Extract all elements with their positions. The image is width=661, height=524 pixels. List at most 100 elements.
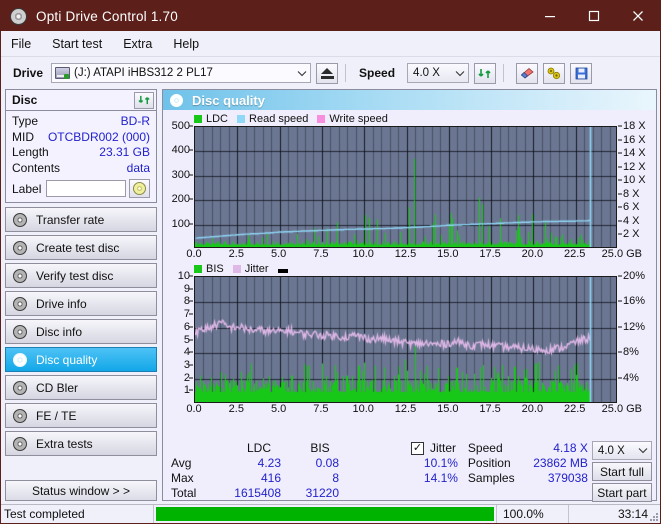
minimize-button[interactable] bbox=[528, 1, 572, 31]
sidebar-item-create-test-disc[interactable]: Create test disc bbox=[5, 235, 157, 260]
legend-label-read-speed: Read speed bbox=[249, 113, 309, 125]
stats-row-label-total: Total bbox=[171, 486, 197, 500]
y2-tick-label: 4% bbox=[623, 371, 639, 384]
close-button[interactable] bbox=[616, 1, 660, 31]
legend-item-read-speed: Read speed bbox=[237, 113, 308, 125]
bis-x-axis-labels: 0.0 2.5 5.0 7.5 10.0 12.5 15.0 17.5 20.0 22.5 25.0… bbox=[186, 403, 653, 417]
start-part-button[interactable]: Start part bbox=[591, 483, 652, 502]
menu-extra[interactable]: Extra bbox=[123, 37, 152, 51]
sidebar-item-extra-tests[interactable]: Extra tests bbox=[5, 431, 157, 456]
y2-tick-mark bbox=[618, 193, 622, 195]
stats-row-label-avg: Avg bbox=[171, 456, 192, 470]
status-bar: Test completed 100.0% 33:14 bbox=[1, 504, 660, 523]
legend-swatch-bis bbox=[194, 265, 202, 273]
stats-corner bbox=[171, 441, 227, 455]
legend-item-write-speed: Write speed bbox=[317, 113, 388, 125]
stats-total-spacer bbox=[349, 486, 411, 500]
stats-avg-spacer bbox=[349, 456, 411, 470]
menu-file[interactable]: File bbox=[11, 37, 31, 51]
x-tick-label: 15.0 bbox=[437, 248, 459, 260]
disc-icon bbox=[13, 212, 27, 227]
disc-info-rows: Type BD-R MID OTCBDR002 (000) Length 23.… bbox=[6, 111, 156, 202]
erase-button[interactable] bbox=[516, 62, 539, 84]
x-tick-label: 22.5 bbox=[563, 403, 586, 415]
sidebar: Disc Type BD-R MID OTCBDR002 (000) Lengt… bbox=[5, 89, 157, 504]
y-tick-mark bbox=[189, 288, 193, 290]
tools-button[interactable] bbox=[543, 62, 566, 84]
menu-start-test[interactable]: Start test bbox=[52, 37, 102, 51]
y2-tick-label: 8% bbox=[623, 346, 639, 359]
maximize-button[interactable] bbox=[572, 1, 616, 31]
x-tick-label: 17.5 bbox=[479, 248, 501, 260]
progress-bar-fill bbox=[156, 507, 494, 521]
sidebar-item-cd-bler[interactable]: CD Bler bbox=[5, 375, 157, 400]
save-button[interactable] bbox=[570, 62, 593, 84]
x-tick-label: 25.0 GB bbox=[601, 403, 643, 415]
ldc-plot-canvas bbox=[195, 127, 616, 247]
disc-row-contents: Contents data bbox=[12, 161, 150, 177]
sidebar-item-disc-info[interactable]: Disc info bbox=[5, 319, 157, 344]
speed-key: Speed bbox=[467, 441, 503, 455]
status-window-button[interactable]: Status window > > bbox=[5, 480, 157, 501]
y2-tick-label: 6 X bbox=[623, 201, 640, 214]
eject-button[interactable] bbox=[316, 62, 339, 84]
resize-grip[interactable] bbox=[648, 511, 658, 521]
panel-header: Disc quality bbox=[163, 90, 656, 110]
y-tick-mark bbox=[189, 300, 193, 302]
legend-label-jitter: Jitter bbox=[244, 263, 269, 275]
drive-icon bbox=[55, 67, 71, 79]
bis-plot-area bbox=[194, 276, 617, 403]
stats-row-label-max: Max bbox=[171, 471, 194, 485]
sidebar-item-label: Disc quality bbox=[36, 352, 98, 367]
y2-tick-mark bbox=[618, 233, 622, 235]
speed-label: Speed bbox=[359, 66, 396, 80]
stats-max-spacer bbox=[349, 471, 411, 485]
sidebar-item-drive-info[interactable]: Drive info bbox=[5, 291, 157, 316]
jitter-checkbox-row[interactable]: ✓ Jitter bbox=[411, 441, 464, 455]
y2-tick-label: 8 X bbox=[623, 187, 640, 200]
black-marker-icon bbox=[277, 269, 288, 273]
chevron-down-icon bbox=[635, 447, 651, 454]
page-title: Disc quality bbox=[192, 92, 265, 108]
start-full-button[interactable]: Start full bbox=[591, 462, 652, 481]
ldc-y2-axis-labels: 2 X4 X6 X8 X 10 X 12 X 14 X 16 X 18 X bbox=[618, 120, 653, 248]
disc-icon bbox=[13, 240, 27, 255]
legend-label-bis: BIS bbox=[206, 263, 224, 275]
drive-label: Drive bbox=[13, 66, 44, 80]
stats-total-bis: 31220 bbox=[305, 486, 339, 500]
disc-label-label: Label bbox=[12, 181, 42, 196]
y-tick-mark bbox=[189, 223, 193, 225]
disc-label-button[interactable] bbox=[129, 179, 150, 198]
y-tick-label: 300 bbox=[171, 168, 190, 181]
sidebar-item-transfer-rate[interactable]: Transfer rate bbox=[5, 207, 157, 232]
cd-icon bbox=[133, 182, 146, 195]
drive-select[interactable]: (J:) ATAPI iHBS312 2 PL17 bbox=[51, 63, 312, 83]
x-tick-label: 12.5 bbox=[394, 403, 417, 415]
menu-help[interactable]: Help bbox=[173, 37, 199, 51]
speed-select[interactable]: 4.0 X bbox=[407, 63, 470, 83]
refresh-icon bbox=[137, 95, 150, 105]
sidebar-item-verify-test-disc[interactable]: Verify test disc bbox=[5, 263, 157, 288]
disc-label-input[interactable] bbox=[46, 180, 126, 197]
y-tick-mark bbox=[189, 326, 193, 328]
x-tick-label: 5.0 bbox=[270, 403, 287, 415]
jitter-checkbox[interactable]: ✓ bbox=[411, 441, 424, 455]
x-tick-label: 12.5 bbox=[394, 248, 417, 260]
x-tick-label: 20.0 bbox=[521, 248, 544, 260]
legend-label-write-speed: Write speed bbox=[329, 113, 388, 125]
refresh-speed-button[interactable] bbox=[474, 62, 497, 84]
jitter-avg-value: 10.1% bbox=[423, 456, 458, 470]
disc-icon bbox=[13, 408, 27, 423]
sidebar-item-fe-te[interactable]: FE / TE bbox=[5, 403, 157, 428]
x-tick-label: 2.5 bbox=[228, 403, 244, 415]
sidebar-item-disc-quality[interactable]: Disc quality bbox=[5, 347, 157, 372]
legend-swatch-read-speed bbox=[237, 115, 246, 123]
y2-tick-label: 18 X bbox=[623, 120, 646, 132]
x-tick-label: 22.5 bbox=[563, 248, 586, 260]
disc-mid-label: MID bbox=[12, 129, 34, 144]
test-speed-select[interactable]: 4.0 X bbox=[591, 441, 652, 460]
disc-contents-label: Contents bbox=[12, 160, 61, 175]
legend-label-ldc: LDC bbox=[206, 113, 229, 125]
disc-refresh-button[interactable] bbox=[134, 91, 154, 109]
y-tick-label: 400 bbox=[171, 144, 190, 157]
